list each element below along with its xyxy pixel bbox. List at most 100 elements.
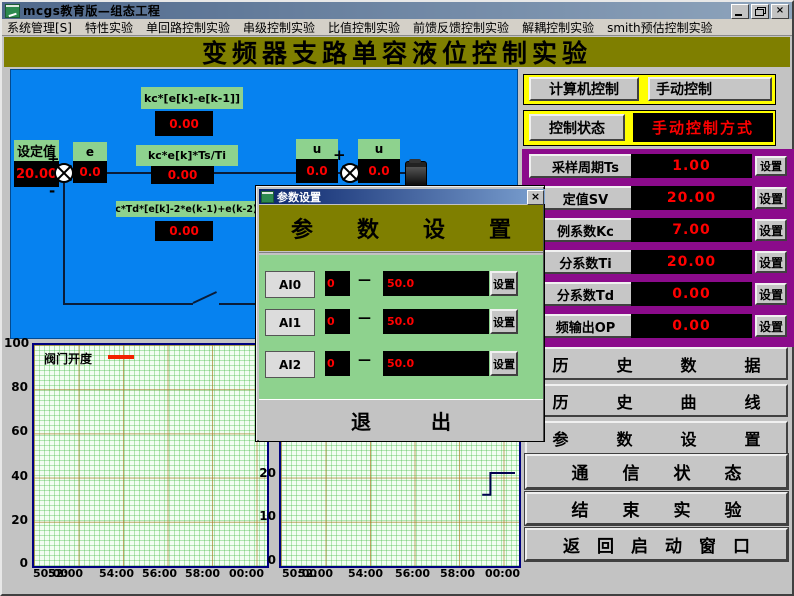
valve-chart-legend: 阀门开度 xyxy=(44,350,92,367)
u1-value: 0.0 xyxy=(296,159,338,183)
error-value: 0.0 xyxy=(73,161,107,183)
ai0-high-value[interactable]: 50.0 xyxy=(383,271,489,296)
left-ytick-100: 100 xyxy=(4,336,28,350)
param-sv-set-button[interactable]: 设置 xyxy=(755,187,787,209)
left-ytick-80: 80 xyxy=(4,380,28,394)
ai1-high-value[interactable]: 50.0 xyxy=(383,309,489,334)
param-sv-value: 20.00 xyxy=(631,186,752,210)
ai2-low-value[interactable]: 0 xyxy=(325,351,350,376)
left-xtick-56: 56:00 xyxy=(142,567,177,580)
left-ytick-20: 20 xyxy=(4,513,28,527)
mcgs-app-icon xyxy=(5,4,20,18)
minimize-icon xyxy=(735,14,742,16)
param-sv-label: 定值SV xyxy=(529,186,642,210)
proportional-block-value: 0.00 xyxy=(155,111,213,136)
menu-cascade-exp[interactable]: 串级控制实验 xyxy=(243,19,315,36)
error-label: e xyxy=(73,142,107,161)
dialog-title: 参数设置 xyxy=(277,189,321,205)
sum-junction-1-icon xyxy=(54,163,74,183)
page-title: 变频器支路单容液位控制实验 xyxy=(4,37,790,67)
right-ytick-0: 0 xyxy=(252,553,276,567)
menu-smith-exp[interactable]: smith预估控制实验 xyxy=(607,19,713,36)
switch-blade-icon xyxy=(193,291,217,304)
level-step-line xyxy=(482,473,515,495)
left-ytick-40: 40 xyxy=(4,469,28,483)
parameter-setting-dialog: 参数设置 × 参 数 设 置 AI0 0 — 50.0 设置 AI1 0 — 5… xyxy=(255,185,545,442)
param-ts-label: 采样周期Ts xyxy=(529,154,642,178)
derivative-block-formula: kc*Td*[e[k]-2*e(k-1)+e(k-2)]/ xyxy=(116,201,258,217)
title-bar: mcgs教育版—组态工程 xyxy=(2,2,792,19)
dialog-title-bar[interactable]: 参数设置 × xyxy=(259,189,545,204)
dialog-close-button[interactable]: × xyxy=(527,190,544,205)
manual-control-button[interactable]: 手动控制 xyxy=(648,77,772,101)
param-op-label: 频输出OP xyxy=(529,314,642,338)
param-td-value: 0.00 xyxy=(631,282,752,306)
menu-decoupling-exp[interactable]: 解耦控制实验 xyxy=(522,19,594,36)
param-ti-label: 分系数Ti xyxy=(529,250,642,274)
sum1-plus-sign: + xyxy=(47,154,60,164)
ai1-set-button[interactable]: 设置 xyxy=(490,309,518,334)
dialog-exit-button[interactable]: 退 出 xyxy=(259,399,543,441)
feedback-line-horizontal xyxy=(63,303,193,305)
ai2-high-value[interactable]: 50.0 xyxy=(383,351,489,376)
left-xtick-00: 00:00 xyxy=(229,567,264,580)
right-xtick-56: 56:00 xyxy=(395,567,430,580)
computer-control-button[interactable]: 计算机控制 xyxy=(529,77,639,101)
param-op-value: 0.00 xyxy=(631,314,752,338)
parameter-setting-button[interactable]: 参 数 设 置 xyxy=(525,421,788,455)
param-kc-label: 例系数Kc xyxy=(529,218,642,242)
feedback-line-horizontal2 xyxy=(219,303,257,305)
param-td-set-button[interactable]: 设置 xyxy=(755,283,787,305)
mcgs-dialog-icon xyxy=(261,191,274,203)
left-xtick-58: 58:00 xyxy=(185,567,220,580)
menu-single-loop-exp[interactable]: 单回路控制实验 xyxy=(146,19,230,36)
menu-feedforward-exp[interactable]: 前馈反馈控制实验 xyxy=(413,19,509,36)
derivative-block-value: 0.00 xyxy=(155,221,213,241)
window-title: mcgs教育版—组态工程 xyxy=(23,2,160,19)
ai0-label: AI0 xyxy=(265,271,315,298)
param-ti-set-button[interactable]: 设置 xyxy=(755,251,787,273)
left-xtick-52: 52:00 xyxy=(48,567,83,580)
menu-system-manage[interactable]: 系统管理[S] xyxy=(7,19,72,36)
control-status-button[interactable]: 控制状态 xyxy=(529,114,625,141)
proportional-block-formula: kc*[e[k]-e[k-1]] xyxy=(141,87,243,109)
feedback-line-vertical xyxy=(63,182,65,305)
ai2-set-button[interactable]: 设置 xyxy=(490,351,518,376)
param-ts-value: 1.00 xyxy=(631,154,752,178)
u2-value: 0.0 xyxy=(358,159,400,183)
left-ytick-60: 60 xyxy=(4,424,28,438)
return-start-window-button[interactable]: 返 回 启 动 窗 口 xyxy=(525,528,788,561)
integral-block-formula: kc*e[k]*Ts/Ti xyxy=(136,145,238,166)
param-kc-value: 7.00 xyxy=(631,218,752,242)
sum1-minus-sign: - xyxy=(49,186,55,196)
ai1-low-value[interactable]: 0 xyxy=(325,309,350,334)
legend-line-icon xyxy=(108,355,134,359)
right-ytick-10: 10 xyxy=(252,509,276,523)
dialog-body: AI0 0 — 50.0 设置 AI1 0 — 50.0 设置 AI2 0 — … xyxy=(259,255,543,399)
ai0-dash: — xyxy=(358,273,371,288)
pump-icon xyxy=(405,161,427,187)
ai0-low-value[interactable]: 0 xyxy=(325,271,350,296)
param-ts-set-button[interactable]: 设置 xyxy=(755,156,787,176)
history-data-button[interactable]: 历 史 数 据 xyxy=(525,347,788,380)
param-op-set-button[interactable]: 设置 xyxy=(755,315,787,337)
comm-status-button[interactable]: 通 信 状 态 xyxy=(525,454,788,489)
history-curve-button[interactable]: 历 史 曲 线 xyxy=(525,384,788,417)
menu-ratio-exp[interactable]: 比值控制实验 xyxy=(328,19,400,36)
u2-label: u xyxy=(358,139,400,159)
sum2-plus-sign: + xyxy=(333,150,346,160)
ai1-dash: — xyxy=(358,311,371,326)
ai1-label: AI1 xyxy=(265,309,315,336)
right-ytick-20: 20 xyxy=(252,466,276,480)
ai0-set-button[interactable]: 设置 xyxy=(490,271,518,296)
u1-label: u xyxy=(296,139,338,159)
menu-characteristic-exp[interactable]: 特性实验 xyxy=(85,19,133,36)
param-kc-set-button[interactable]: 设置 xyxy=(755,219,787,241)
close-button[interactable]: × xyxy=(771,4,789,19)
minimize-button[interactable] xyxy=(731,4,749,19)
restore-button[interactable] xyxy=(751,4,769,19)
end-experiment-button[interactable]: 结 束 实 验 xyxy=(525,492,788,525)
left-ytick-0: 0 xyxy=(4,556,28,570)
window-controls: × xyxy=(731,4,789,19)
ai2-dash: — xyxy=(358,353,371,368)
